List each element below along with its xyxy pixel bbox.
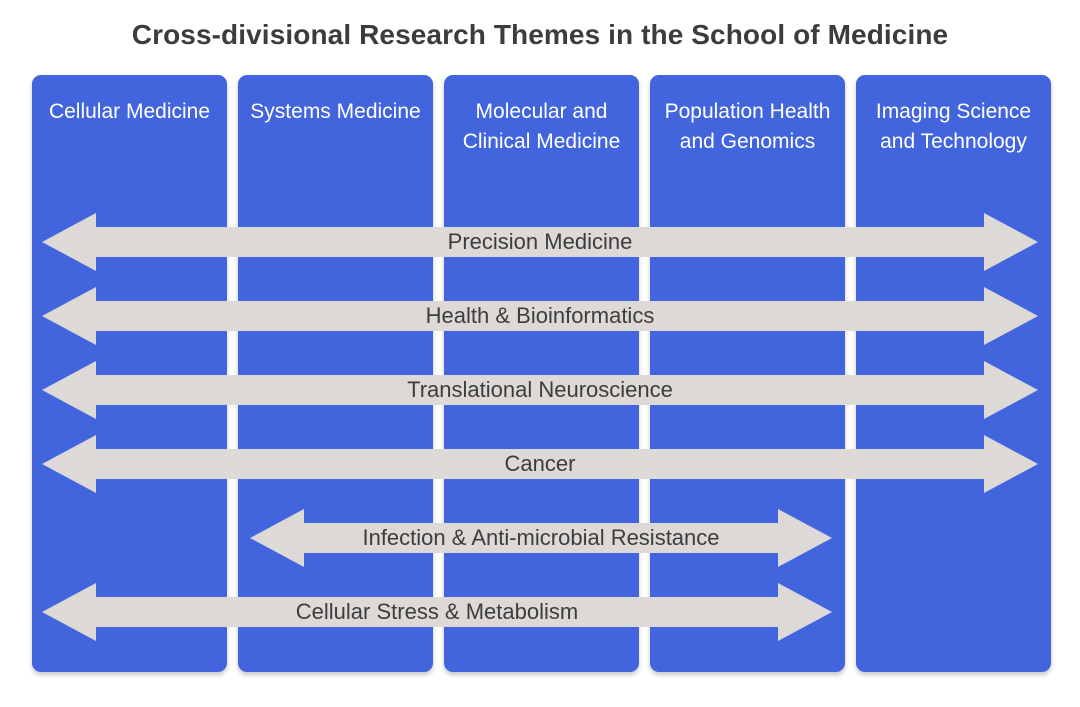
division-label: Population Health and Genomics: [664, 100, 831, 153]
theme-arrow-precision-medicine[interactable]: Precision Medicine: [42, 213, 1038, 271]
theme-arrow-cancer[interactable]: Cancer: [42, 435, 1038, 493]
diagram-canvas: Cross-divisional Research Themes in the …: [0, 0, 1080, 707]
theme-label: Health & Bioinformatics: [425, 303, 655, 328]
theme-arrow-translational-neuroscience[interactable]: Translational Neuroscience: [42, 361, 1038, 419]
theme-label: Cancer: [504, 451, 576, 476]
theme-arrow-infection-and-anti-microbial-resistance[interactable]: Infection & Anti-microbial Resistance: [250, 509, 832, 567]
theme-label: Translational Neuroscience: [407, 377, 673, 402]
division-label: Imaging Science and Technology: [875, 100, 1032, 153]
division-label: Systems Medicine: [250, 100, 421, 123]
theme-label: Infection & Anti-microbial Resistance: [362, 525, 720, 550]
theme-arrow-health-and-bioinformatics[interactable]: Health & Bioinformatics: [42, 287, 1038, 345]
division-label: Molecular and Clinical Medicine: [462, 100, 621, 153]
theme-label: Precision Medicine: [447, 229, 633, 254]
theme-label: Cellular Stress & Metabolism: [295, 599, 579, 624]
page-title: Cross-divisional Research Themes in the …: [131, 19, 949, 50]
theme-arrow-cellular-stress-and-metabolism[interactable]: Cellular Stress & Metabolism: [42, 583, 832, 641]
division-label: Cellular Medicine: [48, 100, 211, 123]
